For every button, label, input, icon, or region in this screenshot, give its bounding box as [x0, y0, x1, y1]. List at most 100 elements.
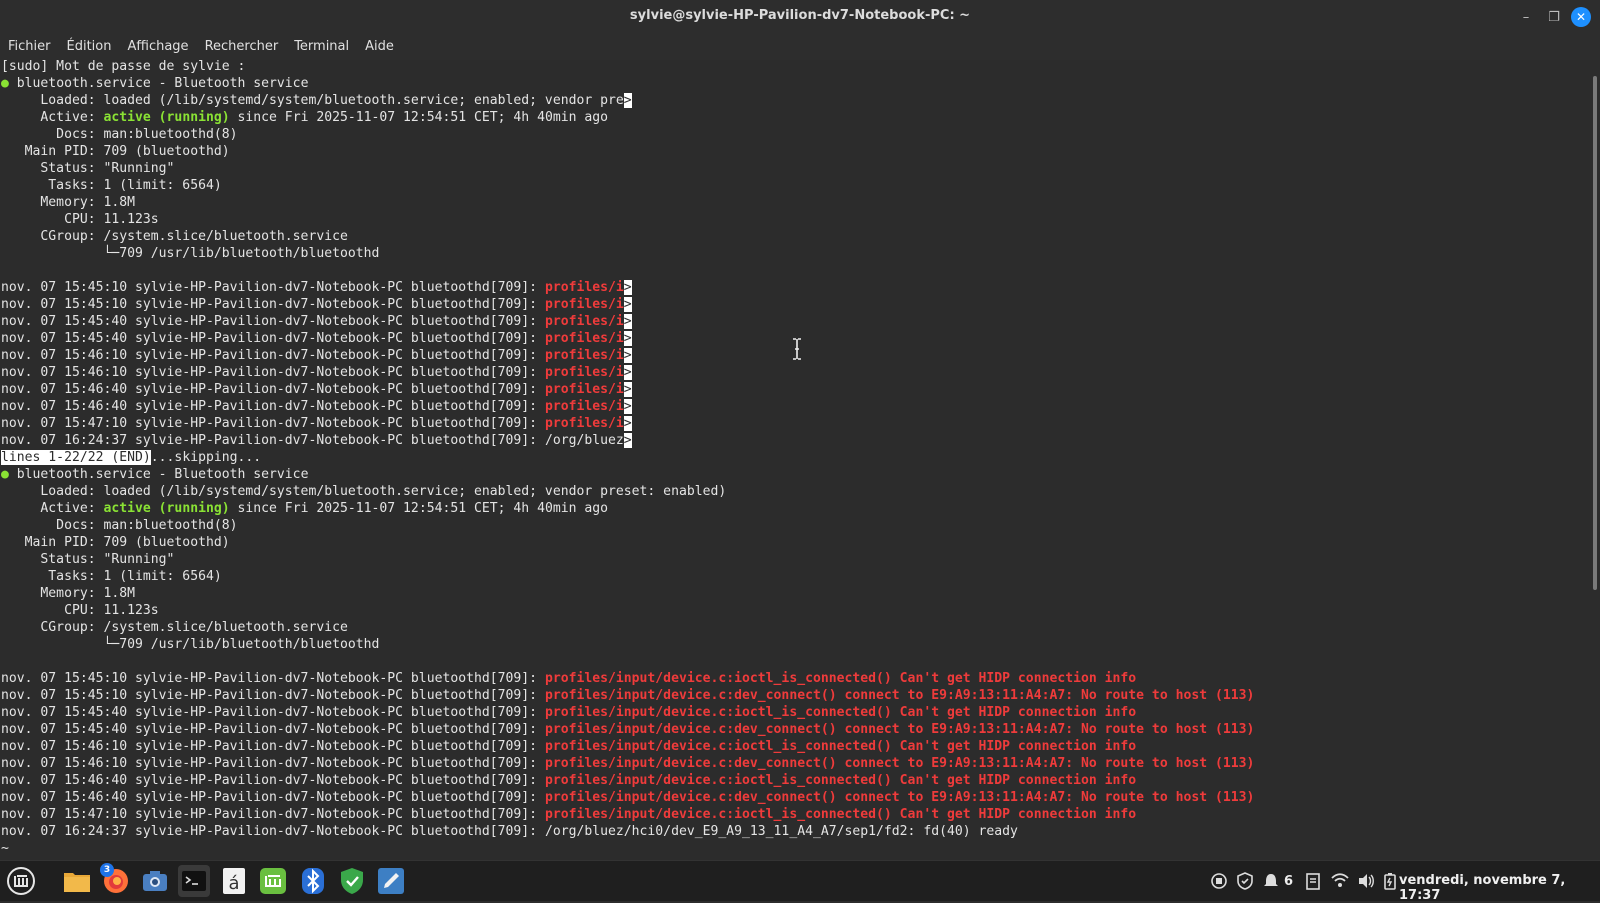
tasks-text: Tasks: 1 (limit: 6564)	[1, 178, 222, 193]
close-button[interactable]: ✕	[1571, 7, 1591, 27]
mainpid-line: Main PID: 709 (bluetoothd)	[1, 143, 1254, 160]
notifications-icon[interactable]	[1262, 872, 1280, 890]
log-prefix: nov. 07 15:46:40 sylvie-HP-Pavilion-dv7-…	[1, 790, 545, 805]
loaded-line: Loaded: loaded (/lib/systemd/system/blue…	[1, 92, 1254, 109]
log-prefix: nov. 07 15:46:10 sylvie-HP-Pavilion-dv7-…	[1, 365, 545, 380]
shield-tray-icon[interactable]	[1236, 872, 1254, 890]
tasks-text: Tasks: 1 (limit: 6564)	[1, 569, 222, 584]
sudo-prompt: [sudo] Mot de passe de sylvie :	[1, 60, 246, 74]
clock[interactable]: vendredi, novembre 7, 17:37	[1399, 873, 1600, 903]
terminal-lines: [sudo] Mot de passe de sylvie : ● bluetoo…	[1, 60, 1254, 855]
maximize-button[interactable]: ❐	[1543, 6, 1565, 28]
cgroup-line: CGroup: /system.slice/bluetooth.service	[1, 228, 1254, 245]
truncation-marker: >	[623, 365, 632, 380]
log-prefix: nov. 07 15:46:40 sylvie-HP-Pavilion-dv7-…	[1, 382, 545, 397]
truncation-marker: >	[623, 433, 632, 448]
pager-status-line: lines 1-22/22 (END)...skipping...	[1, 449, 1254, 466]
memory-line: Memory: 1.8M	[1, 194, 1254, 211]
menu-affichage[interactable]: Affichage	[127, 39, 188, 54]
log-prefix: nov. 07 15:46:40 sylvie-HP-Pavilion-dv7-…	[1, 399, 545, 414]
shield-icon[interactable]	[336, 865, 368, 897]
mintupdate-icon[interactable]	[257, 865, 289, 897]
window-titlebar[interactable]: sylvie@sylvie-HP-Pavilion-dv7-Notebook-P…	[0, 0, 1600, 33]
memory-line: Memory: 1.8M	[1, 585, 1254, 602]
bluetooth-icon[interactable]	[297, 865, 329, 897]
status-text: Status: "Running"	[1, 552, 175, 567]
active-since: since Fri 2025-11-07 12:54:51 CET; 4h 40…	[229, 110, 609, 125]
journal-log-line: nov. 07 15:46:40 sylvie-HP-Pavilion-dv7-…	[1, 789, 1254, 806]
files-icon[interactable]	[61, 865, 93, 897]
cgroup-text: CGroup: /system.slice/bluetooth.service	[1, 620, 348, 635]
prompt-line: ~	[1, 840, 1254, 855]
journal-log-line: nov. 07 15:45:10 sylvie-HP-Pavilion-dv7-…	[1, 279, 1254, 296]
terminal-output[interactable]: [sudo] Mot de passe de sylvie : ● bluetoo…	[0, 60, 1590, 855]
menu-terminal[interactable]: Terminal	[294, 39, 349, 54]
journal-log-line: nov. 07 15:46:10 sylvie-HP-Pavilion-dv7-…	[1, 364, 1254, 381]
log-prefix: nov. 07 15:45:10 sylvie-HP-Pavilion-dv7-…	[1, 280, 545, 295]
sudo-prompt-line: [sudo] Mot de passe de sylvie :	[1, 60, 1254, 75]
status-line: Status: "Running"	[1, 160, 1254, 177]
charmap-icon[interactable]: á	[218, 865, 250, 897]
firefox-badge: 3	[100, 863, 114, 877]
status-text: Status: "Running"	[1, 161, 175, 176]
menu-icon[interactable]	[5, 865, 37, 897]
truncation-marker: >	[623, 297, 632, 312]
terminal-scrollbar[interactable]	[1590, 60, 1600, 855]
active-label: Active:	[1, 501, 104, 516]
menu-rechercher[interactable]: Rechercher	[205, 39, 279, 54]
mainpid-text: Main PID: 709 (bluetoothd)	[1, 144, 230, 159]
mainpid-line: Main PID: 709 (bluetoothd)	[1, 534, 1254, 551]
journal-log-line: nov. 07 15:45:10 sylvie-HP-Pavilion-dv7-…	[1, 296, 1254, 313]
cgroup-child-line: └─709 /usr/lib/bluetooth/bluetoothd	[1, 636, 1254, 653]
prompt-tilde: ~	[1, 841, 9, 855]
svg-text:á: á	[228, 873, 239, 894]
status-dot-icon: ●	[1, 467, 9, 482]
cpu-line: CPU: 11.123s	[1, 211, 1254, 228]
journal-log-line: nov. 07 15:47:10 sylvie-HP-Pavilion-dv7-…	[1, 806, 1254, 823]
menu-edition[interactable]: Édition	[67, 39, 112, 54]
truncation-marker: >	[623, 331, 632, 346]
wifi-icon[interactable]	[1331, 873, 1349, 889]
loaded-line: Loaded: loaded (/lib/systemd/system/blue…	[1, 483, 1254, 500]
loaded-text: Loaded: loaded (/lib/systemd/system/blue…	[1, 484, 727, 499]
battery-icon[interactable]	[1383, 872, 1397, 890]
camera-icon[interactable]	[139, 865, 171, 897]
minimize-button[interactable]: –	[1515, 6, 1537, 28]
journal-log-line: nov. 07 15:46:40 sylvie-HP-Pavilion-dv7-…	[1, 381, 1254, 398]
journal-log-line: nov. 07 15:45:10 sylvie-HP-Pavilion-dv7-…	[1, 670, 1254, 687]
log-prefix: nov. 07 15:47:10 sylvie-HP-Pavilion-dv7-…	[1, 416, 545, 431]
log-message: profiles/input/device.c:ioctl_is_connect…	[544, 671, 1137, 686]
log-prefix: nov. 07 15:45:40 sylvie-HP-Pavilion-dv7-…	[1, 331, 545, 346]
clipboard-icon[interactable]	[1305, 872, 1321, 890]
terminal-icon[interactable]	[178, 865, 210, 897]
log-prefix: nov. 07 15:45:10 sylvie-HP-Pavilion-dv7-…	[1, 671, 545, 686]
volume-icon[interactable]	[1357, 873, 1375, 889]
log-prefix: nov. 07 15:45:40 sylvie-HP-Pavilion-dv7-…	[1, 705, 545, 720]
scrollbar-thumb[interactable]	[1593, 76, 1597, 590]
service-name: bluetooth.service - Bluetooth service	[8, 76, 309, 91]
taskbar: 3 á 6 vendredi, novembre 7, 17:37	[0, 860, 1600, 903]
active-state: active (running)	[103, 501, 230, 516]
cgroup-line: CGroup: /system.slice/bluetooth.service	[1, 619, 1254, 636]
memory-text: Memory: 1.8M	[1, 195, 136, 210]
text-editor-icon[interactable]	[375, 865, 407, 897]
log-message: profiles/input/device.c:ioctl_is_connect…	[544, 773, 1137, 788]
menu-aide[interactable]: Aide	[365, 39, 394, 54]
status-line: Status: "Running"	[1, 551, 1254, 568]
cpu-text: CPU: 11.123s	[1, 603, 159, 618]
log-message: profiles/input/device.c:dev_connect() co…	[544, 722, 1255, 737]
journal-log-line: nov. 07 15:45:40 sylvie-HP-Pavilion-dv7-…	[1, 330, 1254, 347]
security-icon[interactable]	[1210, 872, 1228, 890]
active-label: Active:	[1, 110, 104, 125]
menu-bar: Fichier Édition Affichage Rechercher Ter…	[0, 33, 1600, 60]
service-name: bluetooth.service - Bluetooth service	[8, 467, 309, 482]
cgroup-text: CGroup: /system.slice/bluetooth.service	[1, 229, 348, 244]
log-message: profiles/i	[544, 331, 624, 346]
journal-log-line: nov. 07 16:24:37 sylvie-HP-Pavilion-dv7-…	[1, 432, 1254, 449]
journal-log-line: nov. 07 15:46:10 sylvie-HP-Pavilion-dv7-…	[1, 755, 1254, 772]
log-prefix: nov. 07 15:46:10 sylvie-HP-Pavilion-dv7-…	[1, 756, 545, 771]
journal-log-line: nov. 07 16:24:37 sylvie-HP-Pavilion-dv7-…	[1, 823, 1254, 840]
menu-fichier[interactable]: Fichier	[8, 39, 51, 54]
